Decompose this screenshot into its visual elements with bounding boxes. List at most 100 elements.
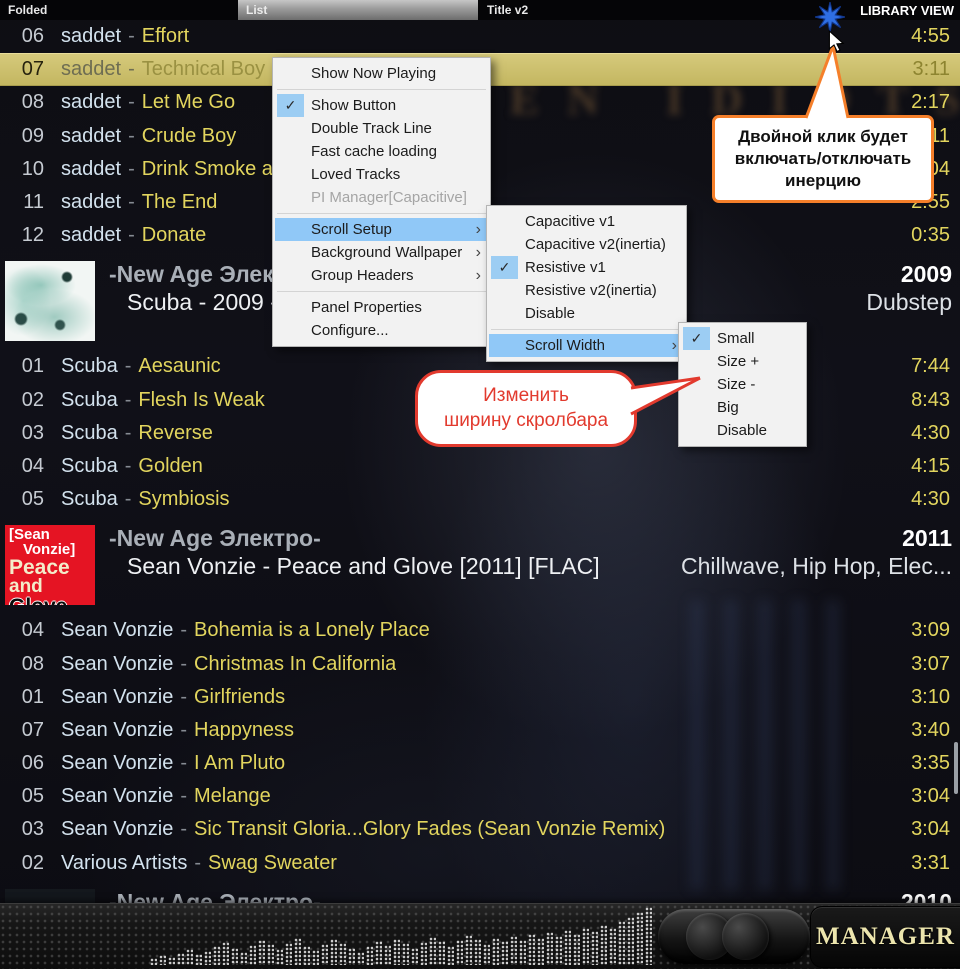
- album-art-text: Glove: [9, 596, 91, 605]
- column-folded[interactable]: Folded: [8, 3, 47, 17]
- spectrum-bar: [492, 938, 499, 965]
- spectrum-bar: [447, 946, 454, 965]
- spectrum-bar: [393, 939, 400, 965]
- menu-item[interactable]: Disable: [681, 419, 804, 442]
- spectrum-bar: [537, 938, 544, 965]
- menu-item-label: Resistive v1: [525, 259, 606, 276]
- track-artist: saddet: [61, 191, 122, 214]
- spectrum-bar: [564, 930, 571, 965]
- spectrum-bar: [627, 917, 634, 965]
- star-burst-icon[interactable]: [815, 2, 845, 32]
- menu-item[interactable]: Panel Properties: [275, 296, 488, 319]
- track-title: Melange: [194, 785, 271, 808]
- track-duration: 3:04: [911, 818, 950, 841]
- menu-item-label: Resistive v2(inertia): [525, 282, 657, 299]
- menu-item[interactable]: ✓ Small: [681, 327, 804, 350]
- spectrum-bar: [411, 948, 418, 965]
- spectrum-bar: [312, 950, 319, 965]
- menu-item[interactable]: Disable: [489, 302, 684, 325]
- track-separator: -: [180, 718, 187, 741]
- menu-item[interactable]: Fast cache loading: [275, 140, 488, 163]
- track-number: 05: [21, 785, 44, 808]
- menu-item-label: Size +: [717, 353, 760, 370]
- track-row[interactable]: 04 Scuba - Golden 4:15: [0, 450, 960, 483]
- group-header[interactable]: [SeanVonzie]PeaceandGlove -New Age Электр…: [0, 516, 960, 614]
- track-row[interactable]: 05 Sean Vonzie - Melange 3:04: [0, 780, 960, 813]
- menu-item[interactable]: Size +: [681, 350, 804, 373]
- spectrum-bar: [231, 948, 238, 965]
- spectrum-bar: [609, 928, 616, 965]
- menu-item[interactable]: Size -: [681, 373, 804, 396]
- track-number: 11: [23, 191, 44, 214]
- menu-item[interactable]: Scroll Width ›: [489, 334, 684, 357]
- track-row[interactable]: 04 Sean Vonzie - Bohemia is a Lonely Place 3…: [0, 614, 960, 647]
- track-row[interactable]: 07 Sean Vonzie - Happyness 3:40: [0, 714, 960, 747]
- scrollbar-thumb[interactable]: [954, 742, 958, 794]
- spectrum-bar: [591, 931, 598, 965]
- menu-item[interactable]: ✓ Resistive v1: [489, 256, 684, 279]
- spectrum-bar: [177, 953, 184, 965]
- track-duration: 4:15: [911, 454, 950, 477]
- track-duration: 7:44: [911, 355, 950, 378]
- checkmark-icon: ✓: [491, 256, 518, 279]
- track-title: I Am Pluto: [194, 752, 286, 775]
- menu-item[interactable]: Configure...: [275, 319, 488, 342]
- menu-item[interactable]: ✓ Show Button: [275, 94, 488, 117]
- spectrum-bar: [357, 952, 364, 965]
- spectrum-bar: [339, 943, 346, 965]
- menu-item[interactable]: Group Headers ›: [275, 264, 488, 287]
- group-genre: Dubstep: [866, 288, 952, 315]
- menu-item[interactable]: Background Wallpaper ›: [275, 241, 488, 264]
- track-separator: -: [180, 752, 187, 775]
- track-row[interactable]: 08 Sean Vonzie - Christmas In California 3:0…: [0, 647, 960, 680]
- group-text: -New Age Электро- 2011 Sean Vonzie - Peace…: [109, 525, 952, 614]
- track-row[interactable]: 05 Scuba - Symbiosis 4:30: [0, 483, 960, 516]
- track-row[interactable]: 02 Various Artists - Swag Sweater 3:31: [0, 847, 960, 880]
- column-title-v2[interactable]: Title v2: [487, 3, 528, 17]
- spectrum-bar: [375, 941, 382, 965]
- spectrum-bar: [186, 949, 193, 965]
- track-row[interactable]: 03 Sean Vonzie - Sic Transit Gloria...Glory…: [0, 813, 960, 846]
- menu-item-label: Capacitive v1: [525, 213, 616, 230]
- submenu-arrow-icon: ›: [475, 221, 481, 238]
- menu-item[interactable]: Capacitive v2(inertia): [489, 233, 684, 256]
- group-genre: Chillwave, Hip Hop, Elec...: [681, 552, 952, 579]
- track-title: Christmas In California: [194, 652, 397, 675]
- submenu-arrow-icon: ›: [475, 244, 481, 261]
- tooltip-line: ширину скролбара: [443, 409, 609, 431]
- track-duration: 4:55: [911, 25, 950, 48]
- spectrum-visualizer: [150, 905, 652, 965]
- toggle-switch[interactable]: [658, 909, 810, 964]
- track-title: The End: [141, 191, 218, 214]
- track-artist: Scuba: [61, 421, 118, 444]
- track-separator: -: [180, 619, 187, 642]
- track-artist: Sean Vonzie: [61, 752, 174, 775]
- column-list-button[interactable]: List: [238, 0, 478, 20]
- menu-item[interactable]: Capacitive v1: [489, 210, 684, 233]
- menu-item[interactable]: Loved Tracks: [275, 163, 488, 186]
- tooltip-line: Изменить: [483, 385, 569, 406]
- track-artist: Various Artists: [61, 851, 188, 874]
- menu-item[interactable]: Big: [681, 396, 804, 419]
- track-title: Flesh Is Weak: [138, 388, 265, 411]
- mouse-cursor-icon: [828, 30, 845, 52]
- menu-item: PI Manager[Capacitive]: [275, 186, 488, 209]
- track-number: 02: [21, 851, 44, 874]
- menu-separator: [491, 329, 682, 330]
- manager-button[interactable]: MANAGER: [810, 906, 960, 968]
- track-duration: 4:30: [911, 488, 950, 511]
- spectrum-bar: [528, 934, 535, 965]
- spectrum-bar: [645, 907, 652, 965]
- menu-item[interactable]: Double Track Line: [275, 117, 488, 140]
- track-duration: 3:07: [911, 652, 950, 675]
- track-duration: 3:04: [911, 785, 950, 808]
- track-row[interactable]: 01 Sean Vonzie - Girlfriends 3:10: [0, 681, 960, 714]
- track-separator: -: [128, 157, 135, 180]
- menu-item[interactable]: Show Now Playing: [275, 62, 488, 85]
- menu-item[interactable]: Scroll Setup ›: [275, 218, 488, 241]
- library-view-label[interactable]: LIBRARY VIEW: [860, 3, 954, 18]
- track-row[interactable]: 06 Sean Vonzie - I Am Pluto 3:35: [0, 747, 960, 780]
- menu-item[interactable]: Resistive v2(inertia): [489, 279, 684, 302]
- track-artist: saddet: [61, 224, 122, 247]
- track-duration: 0:35: [911, 224, 950, 247]
